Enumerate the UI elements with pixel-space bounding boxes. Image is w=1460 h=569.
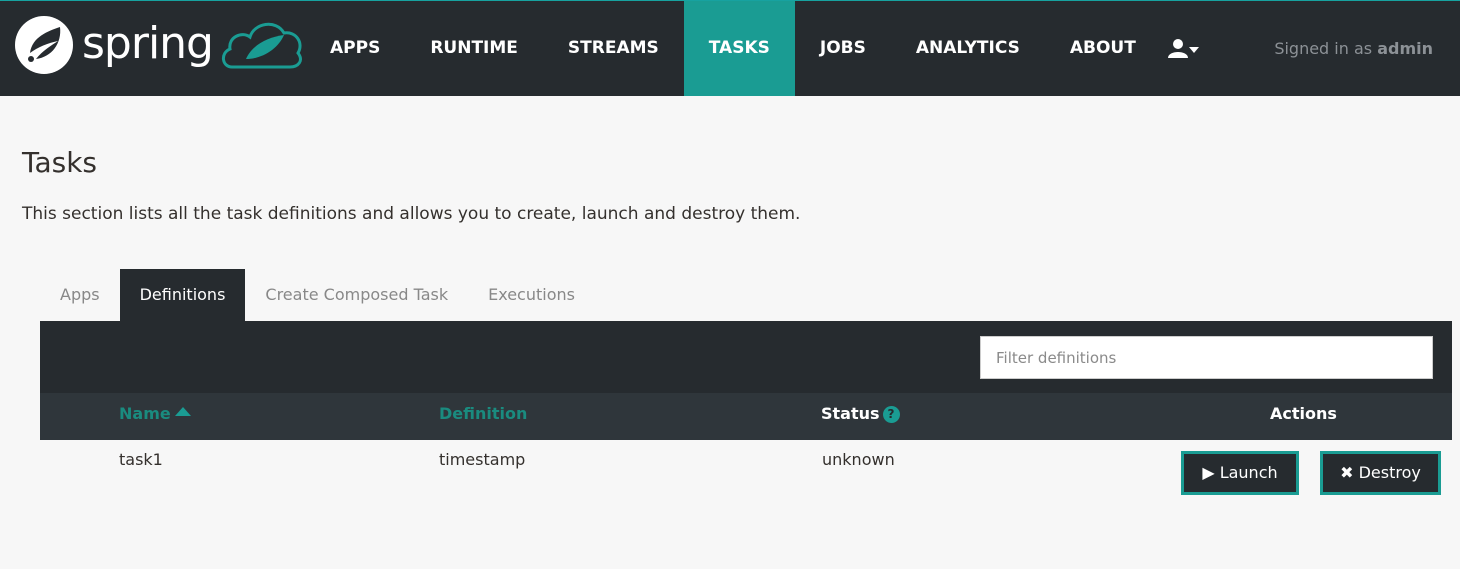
nav-tasks[interactable]: TASKS [683,1,795,96]
task-status-cell: unknown [822,450,895,469]
tab-create-composed-task[interactable]: Create Composed Task [245,269,468,321]
launch-button[interactable]: ▶ Launch [1181,451,1299,495]
cloud-icon [222,22,302,69]
nav-jobs[interactable]: JOBS [795,1,891,96]
destroy-button[interactable]: ✖ Destroy [1320,451,1441,495]
task-definition-cell: timestamp [439,450,526,469]
column-header-actions: Actions [1270,404,1337,423]
play-icon: ▶ [1202,463,1215,482]
tab-apps[interactable]: Apps [40,269,120,321]
tab-definitions[interactable]: Definitions [119,269,246,321]
page-title: Tasks [22,146,98,179]
close-icon: ✖ [1340,463,1354,482]
task-name-cell[interactable]: task1 [119,450,163,469]
nav-apps[interactable]: APPS [305,1,405,96]
brand-name: spring [82,18,214,69]
filter-definitions-input[interactable] [980,336,1433,379]
nav-streams[interactable]: STREAMS [543,1,684,96]
filter-panel [40,321,1452,393]
signed-in-prefix: Signed in as [1274,39,1373,58]
user-icon [1168,39,1188,58]
nav-runtime[interactable]: RUNTIME [405,1,543,96]
tab-executions[interactable]: Executions [468,269,595,321]
task-tabs: Apps Definitions Create Composed Task Ex… [40,269,595,321]
spring-logo[interactable]: spring [12,13,307,79]
caret-down-icon [1189,47,1199,53]
signed-in-username: admin [1377,39,1433,58]
column-header-name-label: Name [119,404,171,423]
signed-in-status: Signed in as admin [1274,1,1433,96]
table-row: task1 timestamp unknown ▶ Launch ✖ Destroy [40,440,1452,502]
user-menu-toggle[interactable] [1165,35,1201,63]
page-description: This section lists all the task definiti… [22,204,801,224]
destroy-button-label: Destroy [1358,463,1421,482]
column-header-status: Status? [821,393,900,440]
sort-up-icon [174,407,191,416]
help-icon[interactable]: ? [882,406,900,423]
nav-analytics[interactable]: ANALYTICS [891,1,1045,96]
table-header: Name Definition Status? Actions [40,393,1452,440]
top-navbar: spring APPS RUNTIME STREAMS TASKS JOBS A… [0,0,1460,96]
column-header-definition[interactable]: Definition [439,393,527,440]
nav-about[interactable]: ABOUT [1045,1,1161,96]
spring-logo-icon [15,16,73,74]
main-nav: APPS RUNTIME STREAMS TASKS JOBS ANALYTIC… [305,1,1161,97]
column-header-status-label: Status [821,404,880,423]
column-header-name[interactable]: Name [119,393,191,440]
launch-button-label: Launch [1219,463,1278,482]
